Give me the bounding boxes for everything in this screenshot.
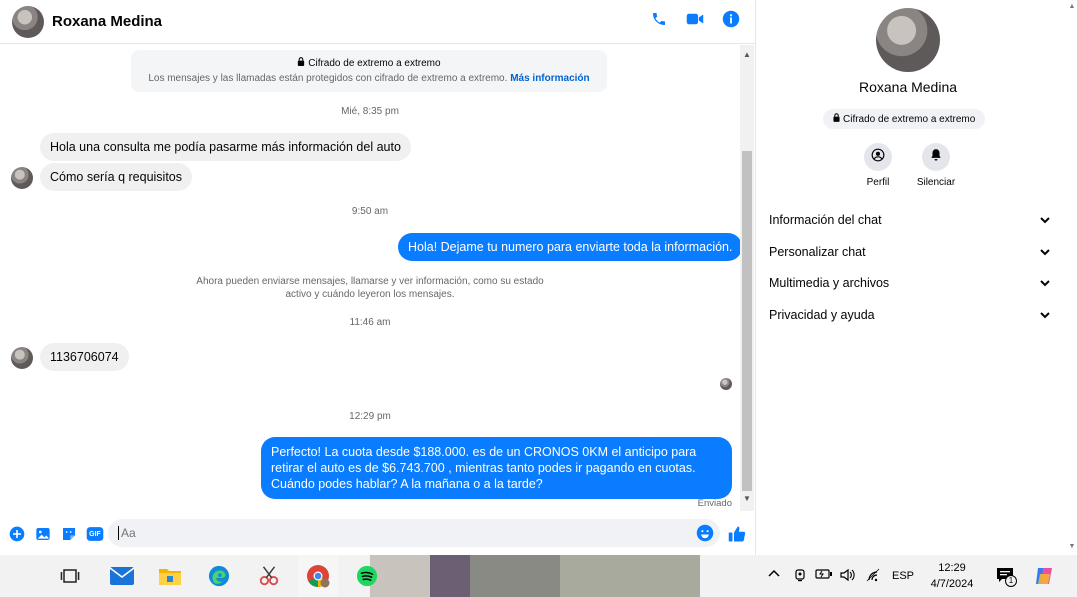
sticker-icon[interactable]	[60, 525, 78, 543]
message-outgoing[interactable]: Hola! Dejame tu numero para enviarte tod…	[398, 233, 740, 261]
lock-icon	[833, 113, 840, 125]
message-incoming[interactable]: Hola una consulta me podía pasarme más i…	[40, 133, 411, 161]
copilot-icon[interactable]	[1034, 566, 1054, 589]
chevron-down-icon	[1039, 214, 1051, 226]
message-list[interactable]: Cifrado de extremo a extremo Los mensaje…	[0, 45, 740, 511]
encryption-notice: Cifrado de extremo a extremo Los mensaje…	[131, 50, 607, 92]
connection-notice: Ahora pueden enviarse mensajes, llamarse…	[196, 276, 544, 300]
file-explorer-icon[interactable]	[158, 564, 182, 588]
message-incoming[interactable]: Cómo sería q requisitos	[40, 163, 193, 191]
gif-icon[interactable]: GIF	[86, 525, 104, 543]
composer: GIF	[0, 516, 756, 552]
profile-action-label: Perfil	[866, 177, 890, 188]
header-actions	[650, 10, 740, 28]
scroll-up-arrow[interactable]: ▲	[743, 51, 751, 59]
windows-taskbar: ESP 12:29 4/7/2024 1	[0, 555, 1077, 597]
conversation-details-panel: Roxana Medina Cifrado de extremo a extre…	[757, 0, 1067, 555]
scroll-thumb[interactable]	[742, 151, 752, 491]
photo-icon[interactable]	[34, 525, 52, 543]
more-info-link[interactable]: Más información	[510, 73, 589, 84]
notifications-icon[interactable]: 1	[996, 566, 1017, 587]
mail-icon[interactable]	[110, 564, 134, 588]
chat-header: Roxana Medina	[0, 0, 756, 44]
message-outgoing[interactable]: Perfecto! La cuota desde $188.000. es de…	[261, 437, 732, 499]
mute-action-label: Silenciar	[916, 177, 956, 188]
encryption-title: Cifrado de extremo a extremo	[308, 58, 441, 69]
thumbs-up-icon[interactable]	[728, 525, 748, 545]
scroll-down-arrow[interactable]: ▼	[743, 495, 751, 503]
contact-name[interactable]: Roxana Medina	[52, 13, 162, 30]
chevron-down-icon	[1039, 309, 1051, 321]
chat-pane: Roxana Medina Cifrado de extremo a extre…	[0, 0, 756, 555]
profile-name: Roxana Medina	[858, 79, 958, 95]
section-customize-chat[interactable]: Personalizar chat	[769, 242, 1051, 262]
chevron-down-icon	[1039, 277, 1051, 289]
phone-icon[interactable]	[650, 10, 668, 28]
profile-icon	[871, 148, 885, 167]
timestamp: Mié, 8:35 pm	[341, 106, 399, 117]
timestamp: 11:46 am	[349, 317, 391, 328]
contact-avatar[interactable]	[12, 5, 44, 38]
language-indicator[interactable]: ESP	[892, 570, 914, 582]
section-privacy-help[interactable]: Privacidad y ayuda	[769, 305, 1051, 325]
read-receipt-avatar	[720, 378, 732, 390]
sender-avatar	[11, 167, 33, 189]
bell-icon	[929, 148, 943, 167]
chevron-down-icon	[1039, 246, 1051, 258]
timestamp: 9:50 am	[351, 206, 389, 217]
encryption-badge-label: Cifrado de extremo a extremo	[843, 113, 976, 125]
chrome-browser-icon[interactable]	[306, 564, 330, 588]
clock-time: 12:29	[938, 562, 966, 574]
message-input-wrapper[interactable]	[108, 519, 720, 547]
section-media-files[interactable]: Multimedia y archivos	[769, 273, 1051, 293]
plus-circle-icon[interactable]	[8, 525, 26, 543]
notification-count: 1	[1005, 575, 1017, 587]
edge-browser-icon[interactable]	[207, 564, 231, 588]
message-input[interactable]	[118, 526, 678, 540]
show-hidden-icons[interactable]	[768, 568, 780, 581]
system-clock[interactable]: 12:29 4/7/2024	[926, 560, 978, 592]
mute-action[interactable]: Silenciar	[906, 143, 966, 188]
message-incoming[interactable]: 1136706074	[40, 343, 129, 371]
profile-action[interactable]: Perfil	[848, 143, 908, 188]
gif-label: GIF	[89, 530, 101, 538]
timestamp: 12:29 pm	[349, 411, 391, 422]
encryption-badge: Cifrado de extremo a extremo	[823, 109, 986, 129]
encryption-subtitle: Los mensajes y las llamadas están proteg…	[148, 73, 508, 84]
profile-avatar[interactable]	[876, 8, 940, 72]
volume-icon[interactable]	[840, 568, 856, 585]
battery-icon[interactable]	[815, 568, 833, 583]
section-chat-info[interactable]: Información del chat	[769, 210, 1051, 230]
clock-date: 4/7/2024	[930, 578, 974, 590]
message-scrollbar[interactable]: ▲ ▼	[740, 45, 754, 511]
snipping-tool-icon[interactable]	[257, 564, 281, 588]
scroll-down-arrow[interactable]: ▼	[1068, 543, 1076, 550]
wifi-icon[interactable]	[866, 568, 882, 585]
webcam-tray-icon[interactable]	[793, 568, 807, 585]
info-icon[interactable]	[722, 10, 740, 28]
emoji-icon[interactable]	[696, 524, 714, 542]
scroll-up-arrow[interactable]: ▲	[1068, 3, 1076, 10]
sender-avatar	[11, 347, 33, 369]
video-call-icon[interactable]	[686, 10, 704, 28]
lock-icon	[297, 57, 308, 69]
spotify-icon[interactable]	[355, 564, 379, 588]
panel-scrollbar[interactable]: ▲ ▼	[1067, 0, 1077, 555]
task-view-icon[interactable]	[58, 564, 82, 588]
sent-status: Enviado	[697, 498, 732, 509]
